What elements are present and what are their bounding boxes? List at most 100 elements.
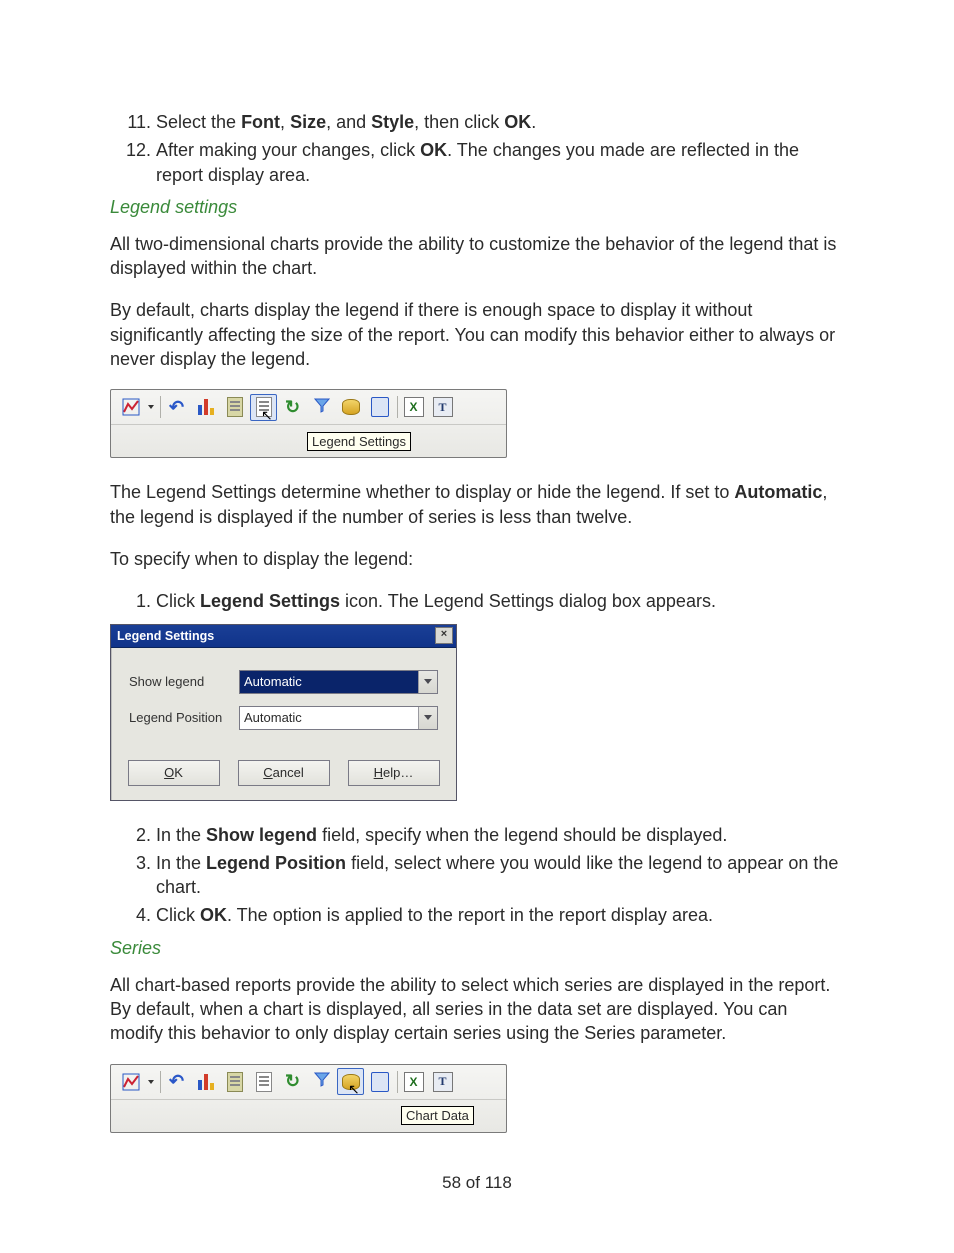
bold-ok: OK <box>200 905 227 925</box>
undo-icon: ↶ <box>169 1071 184 1092</box>
legend-position-label: Legend Position <box>129 710 239 725</box>
dialog-close-button[interactable]: × <box>435 627 453 644</box>
help-rest: elp… <box>383 765 413 780</box>
paragraph: All two-dimensional charts provide the a… <box>110 232 844 281</box>
text-icon: T <box>433 1072 453 1092</box>
text: icon. The Legend Settings dialog box app… <box>340 591 716 611</box>
show-legend-combobox[interactable]: Automatic <box>239 670 438 694</box>
dropdown-icon <box>418 707 437 729</box>
bar-chart-icon <box>198 399 214 415</box>
chart-data-button[interactable]: ↖ <box>337 1068 364 1095</box>
chart-type-button[interactable] <box>117 1068 144 1095</box>
show-legend-label: Show legend <box>129 674 239 689</box>
export-excel-button[interactable]: X <box>400 1068 427 1095</box>
line-chart-icon <box>122 1073 140 1091</box>
step-11: Select the Font, Size, and Style, then c… <box>156 110 844 134</box>
text-icon: T <box>433 397 453 417</box>
bold-font: Font <box>241 112 280 132</box>
bars-button[interactable] <box>192 394 219 421</box>
text: , and <box>326 112 371 132</box>
toolbar-separator <box>160 396 161 418</box>
legend-settings-icon <box>256 1072 272 1092</box>
step-12: After making your changes, click OK. The… <box>156 138 844 187</box>
bold-ok: OK <box>420 140 447 160</box>
toolbar-separator <box>397 1071 398 1093</box>
text: , then click <box>414 112 504 132</box>
text: The Legend Settings determine whether to… <box>110 482 734 502</box>
legend-step-1: Click Legend Settings icon. The Legend S… <box>156 589 844 613</box>
export-excel-button[interactable]: X <box>400 394 427 421</box>
line-chart-icon <box>122 398 140 416</box>
chart-type-button[interactable] <box>117 394 144 421</box>
toolbar-row: ↶ ↻ ↖ X T <box>111 1065 506 1100</box>
bold-legend-position: Legend Position <box>206 853 346 873</box>
show-legend-row: Show legend Automatic <box>129 670 438 694</box>
document-icon <box>227 397 243 417</box>
dropdown-icon <box>418 671 437 693</box>
legend-settings-dialog: Legend Settings × Show legend Automatic … <box>110 624 457 801</box>
ok-button[interactable]: OK <box>128 760 220 786</box>
help-mnemonic: H <box>374 765 383 780</box>
doc-button[interactable] <box>221 394 248 421</box>
toolbar-tooltip-row: Chart Data <box>111 1100 506 1132</box>
funnel-icon <box>314 397 330 418</box>
bold-ok: OK <box>504 112 531 132</box>
paragraph: By default, charts display the legend if… <box>110 298 844 371</box>
refresh-icon: ↻ <box>285 1071 300 1092</box>
refresh-button[interactable]: ↻ <box>279 1068 306 1095</box>
tool-button[interactable] <box>366 1068 393 1095</box>
excel-icon: X <box>404 1072 424 1092</box>
doc-button[interactable] <box>221 1068 248 1095</box>
dialog-buttons: OK Cancel Help… <box>111 752 456 800</box>
text: field, specify when the legend should be… <box>317 825 727 845</box>
heading-series: Series <box>110 938 844 959</box>
help-button[interactable]: Help… <box>348 760 440 786</box>
bars-button[interactable] <box>192 1068 219 1095</box>
text: After making your changes, click <box>156 140 420 160</box>
text: . The option is applied to the report in… <box>227 905 713 925</box>
text-button[interactable]: T <box>429 1068 456 1095</box>
toolbar-tooltip-row: Legend Settings <box>111 425 506 457</box>
text-button[interactable]: T <box>429 394 456 421</box>
tooltip-legend-settings: Legend Settings <box>307 432 411 451</box>
tool-button[interactable] <box>366 394 393 421</box>
chart-type-dropdown[interactable] <box>146 1068 156 1095</box>
bold-style: Style <box>371 112 414 132</box>
text: Select the <box>156 112 241 132</box>
paragraph: All chart-based reports provide the abil… <box>110 973 844 1046</box>
text: , <box>280 112 290 132</box>
legend-step-4: Click OK. The option is applied to the r… <box>156 903 844 927</box>
legend-position-row: Legend Position Automatic <box>129 706 438 730</box>
ok-mnemonic: O <box>164 765 174 780</box>
cancel-button[interactable]: Cancel <box>238 760 330 786</box>
filter-button[interactable] <box>308 394 335 421</box>
paragraph: To specify when to display the legend: <box>110 547 844 571</box>
filter-button[interactable] <box>308 1068 335 1095</box>
undo-button[interactable]: ↶ <box>163 1068 190 1095</box>
bar-chart-icon <box>198 1074 214 1090</box>
legend-settings-button[interactable] <box>250 1068 277 1095</box>
steps-list-1: Select the Font, Size, and Style, then c… <box>110 110 844 187</box>
undo-button[interactable]: ↶ <box>163 394 190 421</box>
excel-icon: X <box>404 397 424 417</box>
chart-data-button[interactable] <box>337 394 364 421</box>
refresh-icon: ↻ <box>285 397 300 418</box>
legend-settings-button[interactable]: ↖ <box>250 394 277 421</box>
funnel-icon <box>314 1071 330 1092</box>
show-legend-value: Automatic <box>240 671 418 693</box>
bold-automatic: Automatic <box>734 482 822 502</box>
database-icon <box>342 399 360 415</box>
heading-legend-settings: Legend settings <box>110 197 844 218</box>
chart-type-dropdown[interactable] <box>146 394 156 421</box>
refresh-button[interactable]: ↻ <box>279 394 306 421</box>
dialog-title: Legend Settings <box>117 629 214 643</box>
page-number: 58 of 118 <box>110 1173 844 1193</box>
dialog-titlebar: Legend Settings × <box>111 625 456 648</box>
bold-size: Size <box>290 112 326 132</box>
cursor-icon: ↖ <box>348 1081 360 1098</box>
document-page: Select the Font, Size, and Style, then c… <box>0 0 954 1253</box>
toolbar-row: ↶ ↖ ↻ X T <box>111 390 506 425</box>
legend-position-combobox[interactable]: Automatic <box>239 706 438 730</box>
legend-position-value: Automatic <box>240 707 418 729</box>
cancel-mnemonic: C <box>263 765 272 780</box>
